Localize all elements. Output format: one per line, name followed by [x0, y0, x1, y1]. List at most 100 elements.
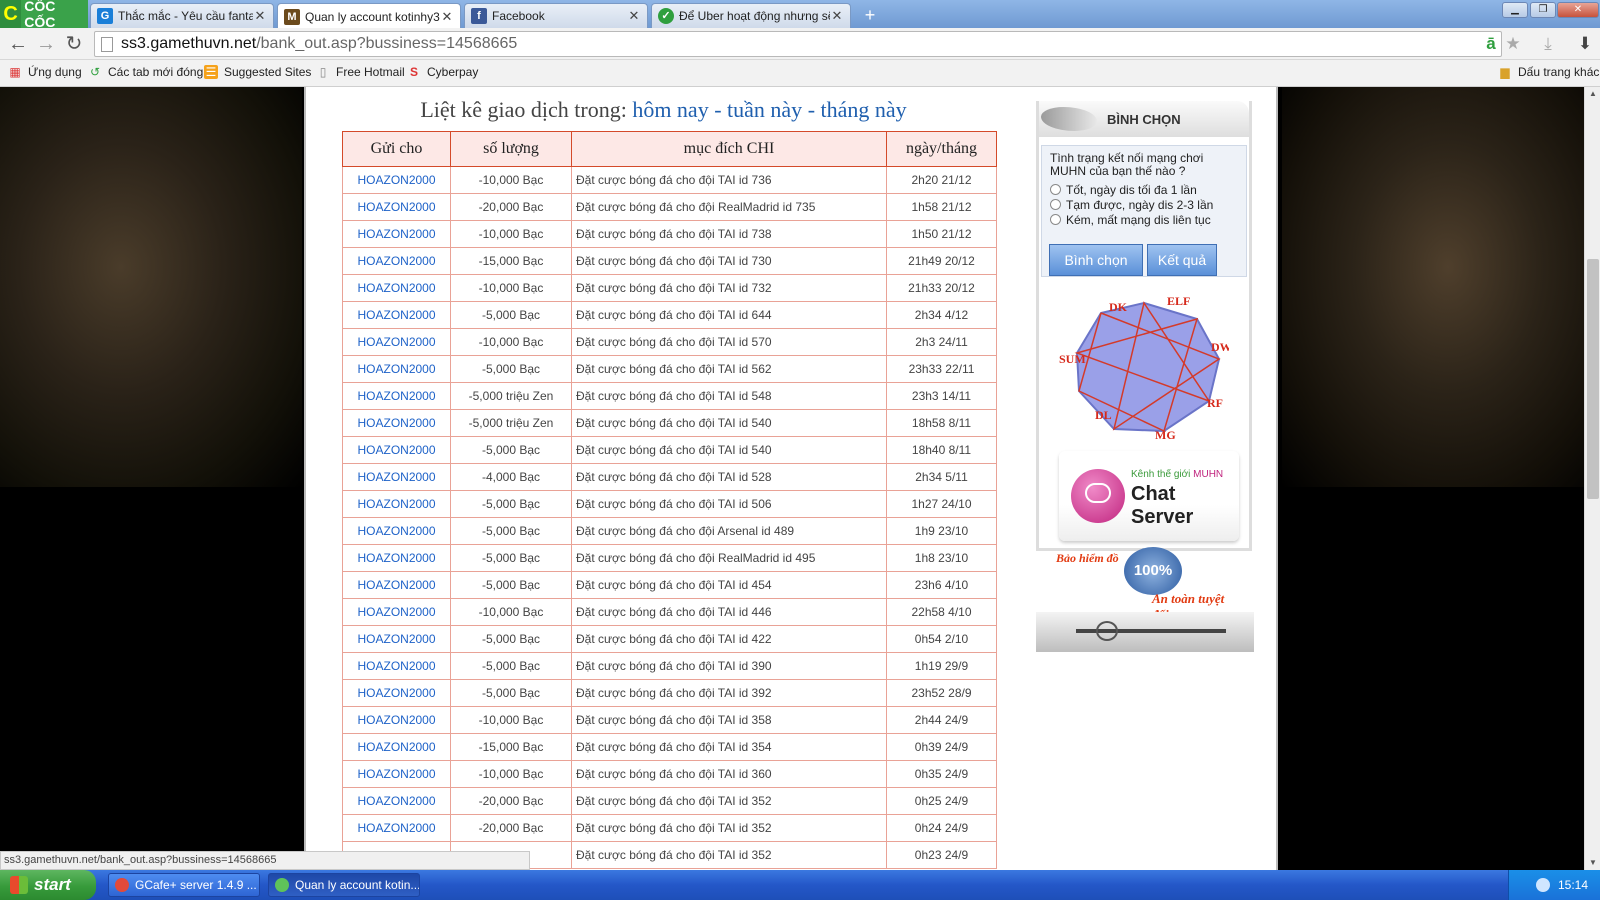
table-row: HOAZON2000 -10,000 Bạc Đặt cược bóng đá ch…	[342, 328, 997, 356]
recipient-link[interactable]: HOAZON2000	[342, 463, 451, 491]
bookmark-cyberpay[interactable]: S Cyberpay	[407, 65, 478, 79]
radio-button[interactable]	[1050, 214, 1061, 225]
maximize-icon[interactable]: ❐	[1530, 2, 1556, 18]
page-icon	[101, 36, 113, 52]
date-cell: 23h33 22/11	[886, 355, 997, 383]
back-arrow-icon[interactable]: ←	[6, 32, 30, 56]
download-video-icon[interactable]: ⤓	[1537, 33, 1559, 55]
forward-arrow-icon[interactable]: →	[34, 32, 58, 56]
bookmark-free-hotmail[interactable]: ▯ Free Hotmail	[316, 65, 405, 79]
purpose-cell: Đặt cược bóng đá cho đội TAI id 358	[571, 706, 887, 734]
recipient-link[interactable]: HOAZON2000	[342, 679, 451, 707]
task-label: Quan ly account kotin...	[295, 878, 420, 892]
recipient-link[interactable]: HOAZON2000	[342, 598, 451, 626]
recipient-link[interactable]: HOAZON2000	[342, 517, 451, 545]
scroll-up-icon[interactable]: ▲	[1585, 87, 1600, 101]
purpose-cell: Đặt cược bóng đá cho đội TAI id 736	[571, 166, 887, 194]
recipient-link[interactable]: HOAZON2000	[342, 652, 451, 680]
recipient-link[interactable]: HOAZON2000	[342, 706, 451, 734]
coccoc-addon-icon[interactable]: ā	[1480, 33, 1502, 55]
col-amount: số lượng	[450, 131, 572, 167]
tab-title: Thắc mắc - Yêu cầu fantasym	[118, 9, 253, 23]
filter-week-link[interactable]: tuần này	[727, 97, 802, 122]
bookmark-star-icon[interactable]: ★	[1502, 33, 1524, 55]
recipient-link[interactable]: HOAZON2000	[342, 301, 451, 329]
table-row: HOAZON2000 -5,000 Bạc Đặt cược bóng đá cho…	[342, 571, 997, 599]
recipient-link[interactable]: HOAZON2000	[342, 328, 451, 356]
date-cell: 1h8 23/10	[886, 544, 997, 572]
bookmark-other[interactable]: ▆ Dấu trang khác	[1498, 65, 1599, 79]
recipient-link[interactable]: HOAZON2000	[342, 760, 451, 788]
date-cell: 22h58 4/10	[886, 598, 997, 626]
recipient-link[interactable]: HOAZON2000	[342, 193, 451, 221]
task-browser[interactable]: Quan ly account kotin...	[268, 873, 420, 897]
recipient-link[interactable]: HOAZON2000	[342, 490, 451, 518]
purpose-cell: Đặt cược bóng đá cho đội TAI id 570	[571, 328, 887, 356]
filter-today-link[interactable]: hôm nay	[632, 97, 708, 122]
recipient-link[interactable]: HOAZON2000	[342, 436, 451, 464]
scroll-down-icon[interactable]: ▼	[1585, 856, 1600, 870]
close-tab-icon[interactable]: ✕	[830, 8, 844, 24]
filter-separator: -	[714, 97, 722, 122]
amount-cell: -5,000 Bạc	[450, 490, 572, 518]
recipient-link[interactable]: HOAZON2000	[342, 409, 451, 437]
recipient-link[interactable]: HOAZON2000	[342, 382, 451, 410]
minimize-icon[interactable]: ▁	[1502, 2, 1528, 18]
date-cell: 0h24 24/9	[886, 814, 997, 842]
bookmark-label: Cyberpay	[427, 65, 479, 79]
browser-brand[interactable]: C CỐC CỐC	[0, 0, 88, 30]
window-close-icon[interactable]: ✕	[1557, 2, 1599, 18]
bookmark-apps[interactable]: ▦ Ứng dụng	[8, 65, 81, 79]
bookmark-suggested-sites[interactable]: ☰ Suggested Sites	[204, 65, 311, 79]
radio-button[interactable]	[1050, 184, 1061, 195]
close-tab-icon[interactable]: ✕	[440, 9, 454, 25]
recipient-link[interactable]: HOAZON2000	[342, 814, 451, 842]
purpose-cell: Đặt cược bóng đá cho đội TAI id 528	[571, 463, 887, 491]
chat-server-banner[interactable]: Kênh thế giới MUHN Chat Server	[1059, 451, 1239, 541]
amount-cell: -5,000 Bạc	[450, 571, 572, 599]
recipient-link[interactable]: HOAZON2000	[342, 787, 451, 815]
poll-option-good[interactable]: Tốt, ngày dis tối đa 1 lần	[1050, 182, 1238, 197]
bookmark-label: Free Hotmail	[336, 65, 405, 79]
tab-quan-ly-account[interactable]: M Quan ly account kotinhy3u M ✕	[277, 3, 461, 29]
tab-uber[interactable]: ✓ Để Uber hoạt động nhưng sẽ ✕	[651, 3, 851, 28]
table-row: HOAZON2000 -5,000 Bạc Đặt cược bóng đá cho…	[342, 679, 997, 707]
tray-icon[interactable]	[1535, 878, 1550, 892]
start-button[interactable]: start	[0, 870, 96, 900]
recipient-link[interactable]: HOAZON2000	[342, 220, 451, 248]
reload-icon[interactable]: ↻	[62, 32, 86, 56]
address-bar[interactable]: ss3.gamethuvn.net /bank_out.asp?bussines…	[94, 31, 1502, 57]
recipient-link[interactable]: HOAZON2000	[342, 247, 451, 275]
recipient-link[interactable]: HOAZON2000	[342, 274, 451, 302]
amount-cell: -5,000 triệu Zen	[450, 382, 572, 410]
poll-option-ok[interactable]: Tạm được, ngày dis 2-3 lần	[1050, 197, 1238, 212]
scroll-thumb[interactable]	[1587, 259, 1599, 499]
recipient-link[interactable]: HOAZON2000	[342, 355, 451, 383]
new-tab-plus-icon[interactable]: +	[860, 5, 880, 25]
recipient-link[interactable]: HOAZON2000	[342, 571, 451, 599]
close-tab-icon[interactable]: ✕	[627, 8, 641, 24]
tab-facebook[interactable]: f Facebook ✕	[464, 3, 648, 28]
tab-thac-mac[interactable]: G Thắc mắc - Yêu cầu fantasym ✕	[90, 3, 274, 28]
filter-month-link[interactable]: tháng này	[821, 97, 907, 122]
recipient-link[interactable]: HOAZON2000	[342, 166, 451, 194]
option-label: Tốt, ngày dis tối đa 1 lần	[1066, 182, 1197, 197]
insurance-banner[interactable]: Bảo hiểm đồ 100% An toàn tuyệt đối	[1056, 547, 1236, 622]
recipient-link[interactable]: HOAZON2000	[342, 625, 451, 653]
poll-option-bad[interactable]: Kém, mất mạng dis liên tục	[1050, 212, 1238, 227]
recipient-link[interactable]: HOAZON2000	[342, 733, 451, 761]
bookmark-label: Các tab mới đóng	[108, 65, 204, 79]
result-button[interactable]: Kết quả	[1147, 244, 1217, 276]
vote-button[interactable]: Bình chọn	[1049, 244, 1143, 276]
downloads-icon[interactable]: ⬇	[1574, 33, 1596, 55]
close-tab-icon[interactable]: ✕	[253, 8, 267, 24]
recipient-link[interactable]: HOAZON2000	[342, 544, 451, 572]
radio-button[interactable]	[1050, 199, 1061, 210]
task-gcafe[interactable]: GCafe+ server 1.4.9 ...	[108, 873, 260, 897]
vertical-scrollbar[interactable]: ▲ ▼	[1584, 87, 1600, 870]
bookmark-recent-tabs[interactable]: ↺ Các tab mới đóng	[88, 65, 203, 79]
suggested-sites-icon: ☰	[204, 65, 218, 79]
amount-cell: -20,000 Bạc	[450, 814, 572, 842]
table-row: HOAZON2000 -15,000 Bạc Đặt cược bóng đá ch…	[342, 733, 997, 761]
date-cell: 1h19 29/9	[886, 652, 997, 680]
